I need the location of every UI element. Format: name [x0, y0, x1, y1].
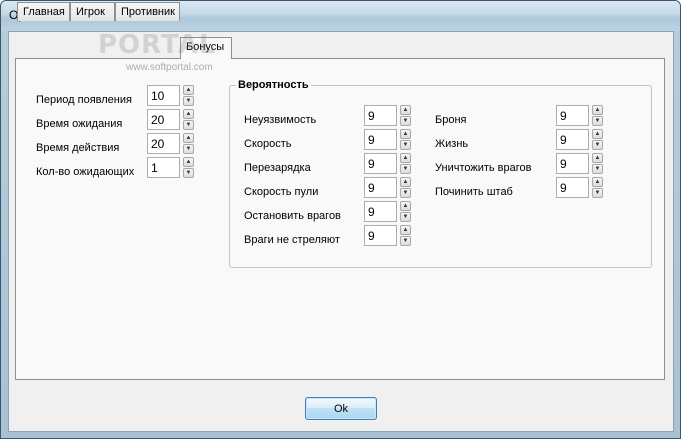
armor-spinner: ▲▼	[556, 105, 603, 126]
spin-up-arrow-icon[interactable]: ▲	[183, 85, 194, 95]
spin-up-arrow-icon[interactable]: ▲	[183, 157, 194, 167]
bullet-speed-label: Скорость пули	[244, 186, 319, 198]
tab-label: Игрок	[76, 6, 105, 18]
spin-down-arrow-icon[interactable]: ▼	[400, 188, 411, 198]
bullet-speed-input[interactable]	[364, 177, 397, 198]
enemies-no-fire-label: Враги не стреляют	[244, 234, 340, 246]
speed-input[interactable]	[364, 129, 397, 150]
armor-label: Броня	[435, 114, 467, 126]
wait-time-label: Время ожидания	[36, 118, 123, 130]
spin-down-arrow-icon[interactable]: ▼	[400, 140, 411, 150]
action-time-input[interactable]	[147, 133, 180, 154]
armor-input[interactable]	[556, 105, 589, 126]
destroy-enemies-input[interactable]	[556, 153, 589, 174]
probability-group-title: Вероятность	[236, 79, 311, 91]
spin-up-arrow-icon[interactable]: ▲	[400, 129, 411, 139]
tab-bonuses[interactable]: Бонусы	[180, 37, 232, 59]
wait-time-spinner: ▲▼	[147, 109, 194, 130]
spin-up-arrow-icon[interactable]: ▲	[592, 129, 603, 139]
action-time-spinner: ▲▼	[147, 133, 194, 154]
life-label: Жизнь	[435, 138, 469, 150]
tab-player[interactable]: Игрок	[70, 2, 115, 21]
tab-label: Противник	[121, 6, 175, 18]
stop-enemies-label: Остановить врагов	[244, 210, 341, 222]
reload-label: Перезарядка	[244, 162, 311, 174]
repair-hq-label: Починить штаб	[435, 186, 513, 198]
wait-time-input[interactable]	[147, 109, 180, 130]
speed-spinner: ▲▼	[364, 129, 411, 150]
spin-down-arrow-icon[interactable]: ▼	[183, 96, 194, 106]
spawn-period-label: Период появления	[36, 94, 132, 106]
waiting-count-spinner: ▲▼	[147, 157, 194, 178]
spin-down-arrow-icon[interactable]: ▼	[183, 168, 194, 178]
spin-down-arrow-icon[interactable]: ▼	[183, 144, 194, 154]
tab-label: Главная	[23, 6, 65, 18]
spin-up-arrow-icon[interactable]: ▲	[183, 109, 194, 119]
spin-up-arrow-icon[interactable]: ▲	[592, 177, 603, 187]
life-input[interactable]	[556, 129, 589, 150]
waiting-count-input[interactable]	[147, 157, 180, 178]
enemies-no-fire-input[interactable]	[364, 225, 397, 246]
spin-down-arrow-icon[interactable]: ▼	[592, 116, 603, 126]
tab-label: Бонусы	[186, 41, 225, 53]
spin-down-arrow-icon[interactable]: ▼	[592, 164, 603, 174]
spin-up-arrow-icon[interactable]: ▲	[400, 105, 411, 115]
spin-down-arrow-icon[interactable]: ▼	[400, 212, 411, 222]
repair-hq-spinner: ▲▼	[556, 177, 603, 198]
spawn-period-input[interactable]	[147, 85, 180, 106]
enemies-no-fire-spinner: ▲▼	[364, 225, 411, 246]
reload-input[interactable]	[364, 153, 397, 174]
spin-up-arrow-icon[interactable]: ▲	[400, 225, 411, 235]
waiting-count-label: Кол-во ожидающих	[36, 166, 135, 178]
invulnerability-label: Неуязвимость	[244, 114, 317, 126]
destroy-enemies-spinner: ▲▼	[556, 153, 603, 174]
spin-down-arrow-icon[interactable]: ▼	[400, 116, 411, 126]
spin-down-arrow-icon[interactable]: ▼	[183, 120, 194, 130]
invulnerability-spinner: ▲▼	[364, 105, 411, 126]
invulnerability-input[interactable]	[364, 105, 397, 126]
stop-enemies-spinner: ▲▼	[364, 201, 411, 222]
speed-label: Скорость	[244, 138, 292, 150]
spin-up-arrow-icon[interactable]: ▲	[183, 133, 194, 143]
spin-up-arrow-icon[interactable]: ▲	[400, 201, 411, 211]
spin-up-arrow-icon[interactable]: ▲	[400, 177, 411, 187]
spin-up-arrow-icon[interactable]: ▲	[400, 153, 411, 163]
reload-spinner: ▲▼	[364, 153, 411, 174]
repair-hq-input[interactable]	[556, 177, 589, 198]
bullet-speed-spinner: ▲▼	[364, 177, 411, 198]
spawn-period-spinner: ▲▼	[147, 85, 194, 106]
ok-button[interactable]: Ok	[305, 397, 377, 420]
tab-enemy[interactable]: Противник	[115, 2, 180, 21]
spin-down-arrow-icon[interactable]: ▼	[592, 140, 603, 150]
destroy-enemies-label: Уничтожить врагов	[435, 162, 532, 174]
tab-main[interactable]: Главная	[17, 2, 70, 21]
spin-down-arrow-icon[interactable]: ▼	[400, 236, 411, 246]
action-time-label: Время действия	[36, 142, 120, 154]
spin-up-arrow-icon[interactable]: ▲	[592, 153, 603, 163]
spin-down-arrow-icon[interactable]: ▼	[400, 164, 411, 174]
stop-enemies-input[interactable]	[364, 201, 397, 222]
spin-up-arrow-icon[interactable]: ▲	[592, 105, 603, 115]
spin-down-arrow-icon[interactable]: ▼	[592, 188, 603, 198]
life-spinner: ▲▼	[556, 129, 603, 150]
